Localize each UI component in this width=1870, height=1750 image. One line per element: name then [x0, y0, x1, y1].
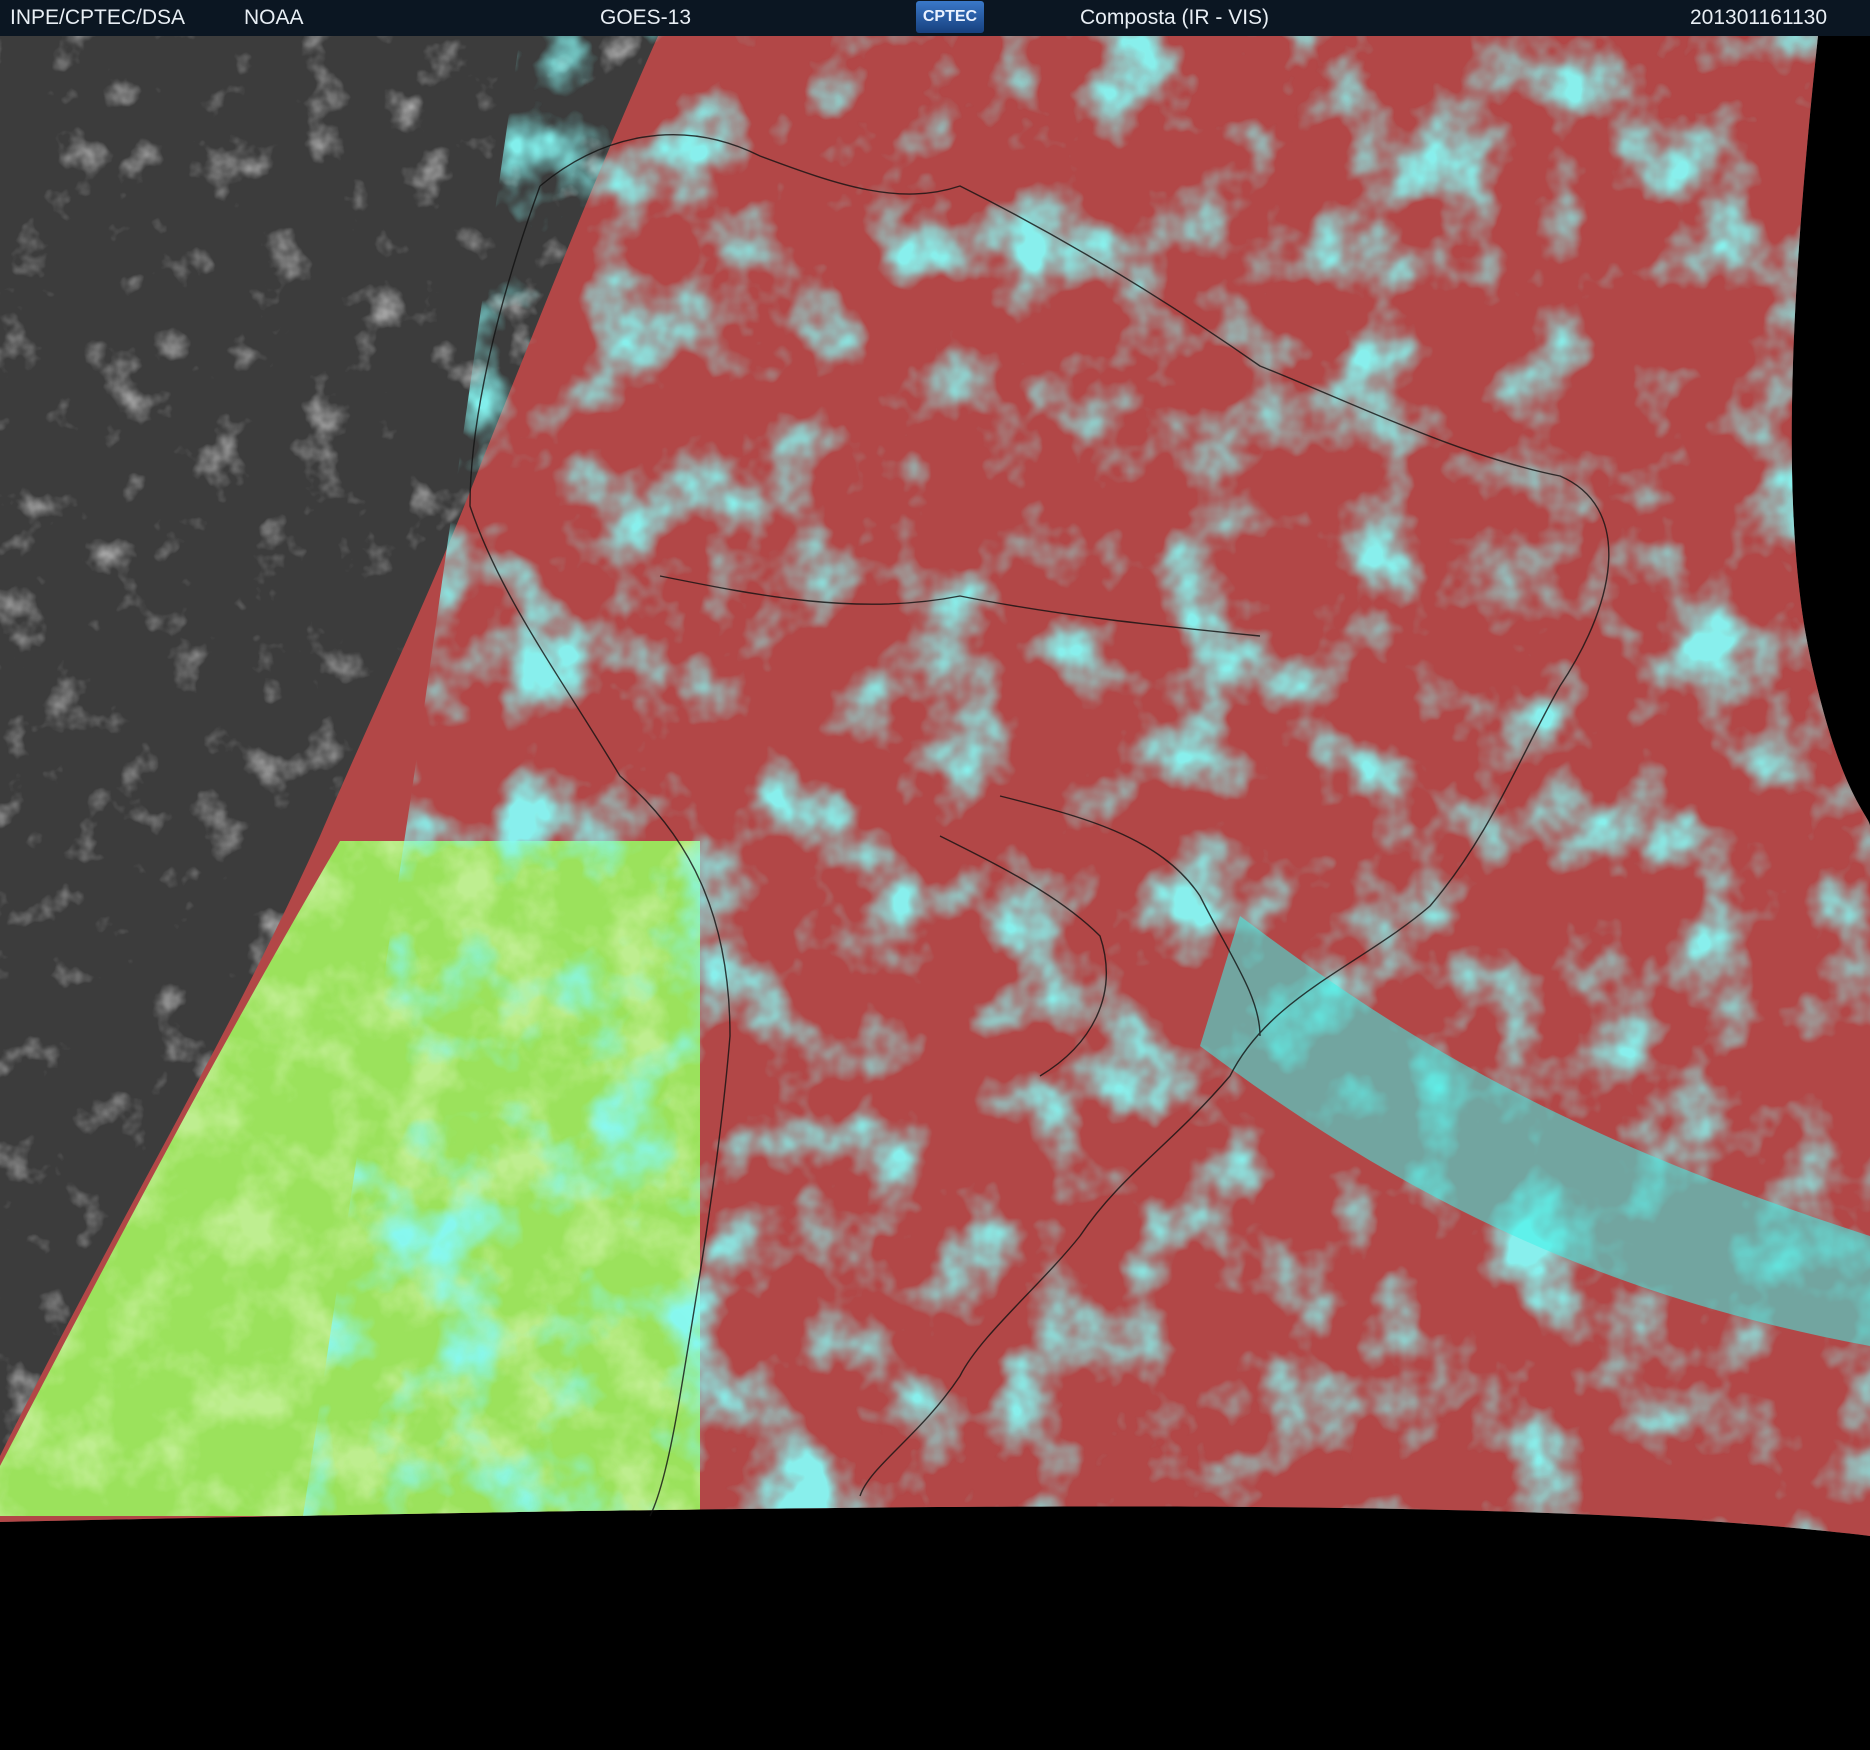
timestamp-label: 201301161130 — [1690, 6, 1828, 29]
satellite-label: GOES-13 — [600, 6, 692, 29]
cptec-logo: CPTEC — [916, 1, 984, 33]
high-cloud-texture — [300, 36, 1870, 1536]
agency-label: NOAA — [244, 6, 304, 29]
cptec-logo-text: CPTEC — [922, 8, 978, 25]
product-label: Composta (IR - VIS) — [1080, 6, 1270, 29]
satellite-imagery — [0, 36, 1870, 1750]
image-header: INPE/CPTEC/DSA NOAA GOES-13 CPTEC Compos… — [0, 0, 1870, 36]
org-label: INPE/CPTEC/DSA — [10, 6, 186, 29]
